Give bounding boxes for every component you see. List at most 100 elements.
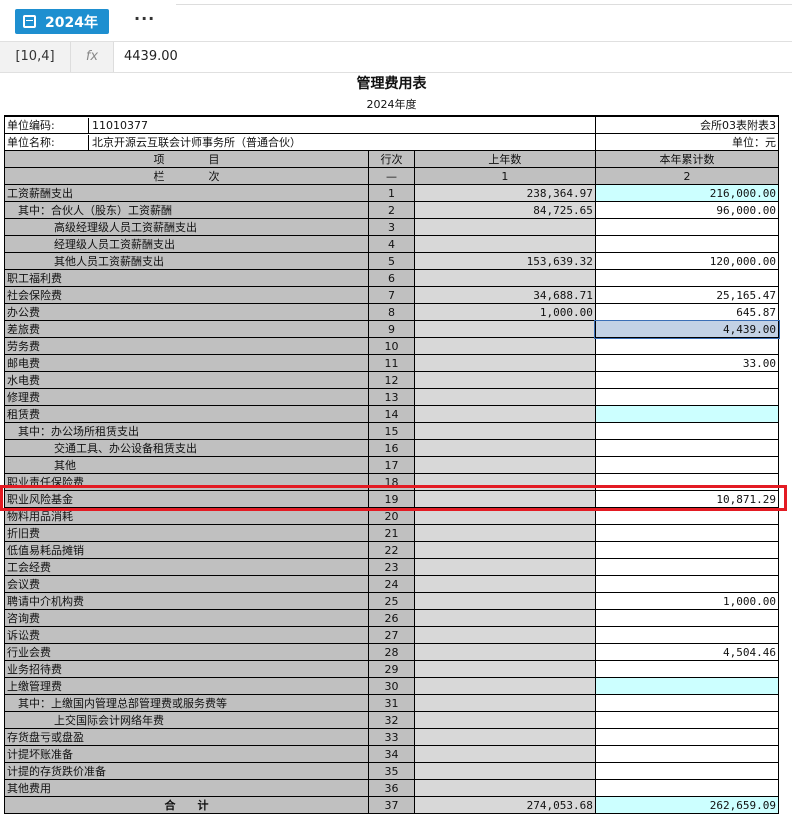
row-curr-value[interactable] [594, 575, 780, 593]
row-curr-value[interactable] [594, 507, 780, 525]
subheader-item: 栏 次 [3, 167, 370, 185]
row-prev-value[interactable] [413, 558, 596, 576]
row-curr-value[interactable]: 216,000.00 [594, 184, 780, 202]
row-curr-value[interactable] [594, 473, 780, 491]
row-curr-value[interactable] [594, 609, 780, 627]
row-prev-value[interactable] [413, 473, 596, 491]
row-curr-value[interactable] [594, 762, 780, 780]
row-curr-value[interactable] [594, 269, 780, 287]
row-prev-value[interactable] [413, 779, 596, 797]
total-curr-value[interactable]: 262,659.09 [594, 796, 780, 814]
row-curr-value[interactable]: 96,000.00 [594, 201, 780, 219]
row-line-number: 11 [368, 354, 415, 372]
row-label: 存货盘亏或盘盈 [3, 728, 370, 746]
row-prev-value[interactable] [413, 388, 596, 406]
row-prev-value[interactable] [413, 745, 596, 763]
row-line-number: 28 [368, 643, 415, 661]
row-line-number: 2 [368, 201, 415, 219]
table-row: 工会经费 23 [3, 558, 780, 576]
row-curr-value[interactable]: 4,504.46 [594, 643, 780, 661]
formula-value-input[interactable]: 4439.00 [124, 42, 178, 72]
row-line-number: 31 [368, 694, 415, 712]
row-prev-value[interactable] [413, 728, 596, 746]
row-prev-value[interactable] [413, 235, 596, 253]
row-prev-value[interactable] [413, 592, 596, 610]
row-curr-value[interactable]: 25,165.47 [594, 286, 780, 304]
row-curr-value[interactable] [594, 728, 780, 746]
row-prev-value[interactable] [413, 337, 596, 355]
row-prev-value[interactable] [413, 575, 596, 593]
row-prev-value[interactable]: 34,688.71 [413, 286, 596, 304]
row-curr-value[interactable]: 10,871.29 [594, 490, 780, 508]
row-prev-value[interactable] [413, 320, 596, 338]
row-prev-value[interactable]: 1,000.00 [413, 303, 596, 321]
row-prev-value[interactable]: 238,364.97 [413, 184, 596, 202]
table-row: 其他人员工资薪酬支出 5 153,639.32 120,000.00 [3, 252, 780, 270]
row-curr-value[interactable] [594, 371, 780, 389]
table-row: 交通工具、办公设备租赁支出 16 [3, 439, 780, 457]
row-prev-value[interactable] [413, 354, 596, 372]
row-prev-value[interactable] [413, 507, 596, 525]
row-prev-value[interactable] [413, 524, 596, 542]
row-curr-value[interactable]: 120,000.00 [594, 252, 780, 270]
row-curr-value[interactable] [594, 337, 780, 355]
row-curr-value[interactable] [594, 235, 780, 253]
row-curr-value[interactable] [594, 558, 780, 576]
row-prev-value[interactable] [413, 660, 596, 678]
row-curr-value[interactable] [594, 541, 780, 559]
row-curr-value[interactable] [594, 422, 780, 440]
table-row: 劳务费 10 [3, 337, 780, 355]
row-curr-value[interactable]: 1,000.00 [594, 592, 780, 610]
row-curr-value[interactable] [594, 456, 780, 474]
more-options-icon[interactable]: ··· [134, 9, 155, 28]
cell-reference[interactable]: [10,4] [0, 42, 71, 72]
table-row: 其中：合伙人（股东）工资薪酬 2 84,725.65 96,000.00 [3, 201, 780, 219]
row-prev-value[interactable] [413, 541, 596, 559]
row-prev-value[interactable] [413, 405, 596, 423]
year-selector-button[interactable]: 2024年 [15, 9, 109, 34]
row-curr-value[interactable] [594, 439, 780, 457]
table-row: 会议费 24 [3, 575, 780, 593]
row-prev-value[interactable] [413, 456, 596, 474]
row-curr-value[interactable] [594, 626, 780, 644]
row-curr-value[interactable]: 645.87 [594, 303, 780, 321]
table-row: 其中：上缴国内管理总部管理费或服务费等 31 [3, 694, 780, 712]
row-line-number: 33 [368, 728, 415, 746]
row-curr-value[interactable]: 33.00 [594, 354, 780, 372]
row-curr-value[interactable] [594, 779, 780, 797]
row-prev-value[interactable]: 153,639.32 [413, 252, 596, 270]
row-curr-value[interactable] [594, 388, 780, 406]
row-prev-value[interactable] [413, 439, 596, 457]
row-prev-value[interactable] [413, 609, 596, 627]
row-curr-value[interactable] [594, 711, 780, 729]
row-line-number: 25 [368, 592, 415, 610]
row-prev-value[interactable] [413, 711, 596, 729]
row-prev-value[interactable] [413, 762, 596, 780]
row-label: 交通工具、办公设备租赁支出 [3, 439, 370, 457]
row-prev-value[interactable]: 84,725.65 [413, 201, 596, 219]
row-prev-value[interactable] [413, 371, 596, 389]
row-prev-value[interactable] [413, 626, 596, 644]
row-curr-value[interactable] [594, 218, 780, 236]
row-curr-value[interactable]: 4,439.00 [594, 319, 780, 339]
table-row: 修理费 13 [3, 388, 780, 406]
row-prev-value[interactable] [413, 677, 596, 695]
row-prev-value[interactable] [413, 422, 596, 440]
row-label: 折旧费 [3, 524, 370, 542]
row-curr-value[interactable] [594, 745, 780, 763]
row-prev-value[interactable] [413, 694, 596, 712]
row-curr-value[interactable] [594, 677, 780, 695]
row-curr-value[interactable] [594, 405, 780, 423]
row-prev-value[interactable] [413, 490, 596, 508]
total-prev-value[interactable]: 274,053.68 [413, 796, 596, 814]
row-prev-value[interactable] [413, 643, 596, 661]
row-prev-value[interactable] [413, 218, 596, 236]
row-curr-value[interactable] [594, 694, 780, 712]
currency-unit: 单位：元 [594, 133, 780, 151]
row-prev-value[interactable] [413, 269, 596, 287]
row-curr-value[interactable] [594, 524, 780, 542]
row-curr-value[interactable] [594, 660, 780, 678]
tab-strip-line [176, 0, 792, 5]
table-row: 职工福利费 6 [3, 269, 780, 287]
row-line-number: 9 [368, 320, 415, 338]
